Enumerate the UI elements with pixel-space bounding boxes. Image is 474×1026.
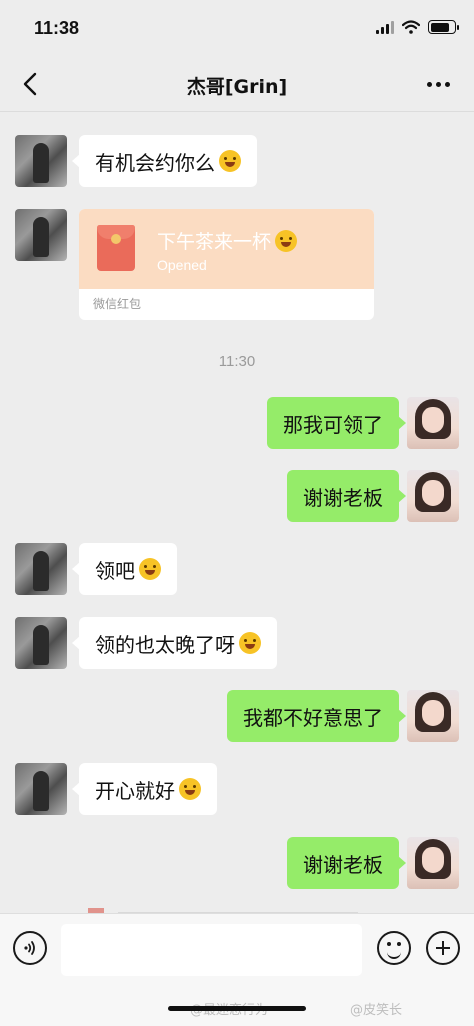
more-button[interactable] xyxy=(420,70,456,98)
chat-title: 杰哥[Grin] xyxy=(186,76,288,98)
message-bubble[interactable]: 领吧 xyxy=(72,543,177,595)
my-avatar[interactable] xyxy=(407,690,459,742)
wink-emoji-icon xyxy=(179,778,201,800)
battery-icon xyxy=(428,20,459,34)
laugh-emoji-icon xyxy=(239,632,261,654)
message-bubble[interactable]: 谢谢老板 xyxy=(287,470,406,522)
message-text: 谢谢老板 xyxy=(303,852,383,877)
contact-avatar[interactable] xyxy=(15,135,67,187)
contact-avatar[interactable] xyxy=(15,617,67,669)
message-timestamp: 11:30 xyxy=(218,353,256,370)
wink-emoji-icon xyxy=(219,150,241,172)
red-envelope-icon xyxy=(97,225,135,271)
my-avatar[interactable] xyxy=(407,837,459,889)
message-bubble[interactable]: 谢谢老板 xyxy=(287,837,406,889)
message-bubble[interactable]: 那我可领了 xyxy=(267,397,406,449)
contact-avatar[interactable] xyxy=(15,543,67,595)
message-bubble[interactable]: 开心就好 xyxy=(72,763,217,815)
status-bar: 11:38 xyxy=(0,0,474,58)
contact-avatar[interactable] xyxy=(15,763,67,815)
message-bubble[interactable]: 领的也太晚了呀 xyxy=(72,617,277,669)
message-list[interactable]: 有机会约你么 下午茶来一杯 Opened 微信红包 11:30 那我可领了 谢谢… xyxy=(0,113,474,913)
red-packet-body: 下午茶来一杯 Opened xyxy=(79,209,374,289)
smile-emoji-icon xyxy=(275,229,298,252)
signal-icon xyxy=(376,20,394,34)
message-text: 领的也太晚了呀 xyxy=(95,632,235,657)
input-bar: @最迷恋行为 @皮笑长 xyxy=(0,913,474,1026)
my-avatar[interactable] xyxy=(407,470,459,522)
emoji-button[interactable] xyxy=(377,931,411,965)
red-packet-status: Opened xyxy=(157,257,207,273)
voice-button[interactable] xyxy=(13,931,47,965)
status-time: 11:38 xyxy=(34,18,80,38)
status-icons xyxy=(376,20,459,34)
message-text: 谢谢老板 xyxy=(303,485,383,510)
contact-avatar[interactable] xyxy=(15,209,67,261)
message-bubble[interactable]: 有机会约你么 xyxy=(72,135,257,187)
grin-emoji-icon xyxy=(139,558,161,580)
message-input[interactable] xyxy=(61,924,362,976)
home-indicator xyxy=(168,1006,306,1011)
message-text: 我都不好意思了 xyxy=(243,705,383,730)
wifi-icon xyxy=(402,20,420,34)
chat-header: 杰哥[Grin] xyxy=(0,58,474,112)
my-avatar[interactable] xyxy=(407,397,459,449)
red-packet-footer: 微信红包 xyxy=(93,297,142,311)
message-text: 开心就好 xyxy=(95,778,175,803)
plus-button[interactable] xyxy=(426,931,460,965)
voice-icon xyxy=(24,941,35,955)
message-bubble[interactable]: 我都不好意思了 xyxy=(227,690,406,742)
message-text: 领吧 xyxy=(95,558,135,583)
red-packet-title-text: 下午茶来一杯 xyxy=(157,231,272,253)
red-packet-card[interactable]: 下午茶来一杯 Opened 微信红包 xyxy=(79,209,374,320)
watermark: @皮笑长 xyxy=(350,1003,403,1018)
red-packet-title: 下午茶来一杯 xyxy=(157,227,298,254)
more-icon xyxy=(426,81,450,87)
message-text: 有机会约你么 xyxy=(95,150,215,175)
message-text: 那我可领了 xyxy=(283,412,383,437)
